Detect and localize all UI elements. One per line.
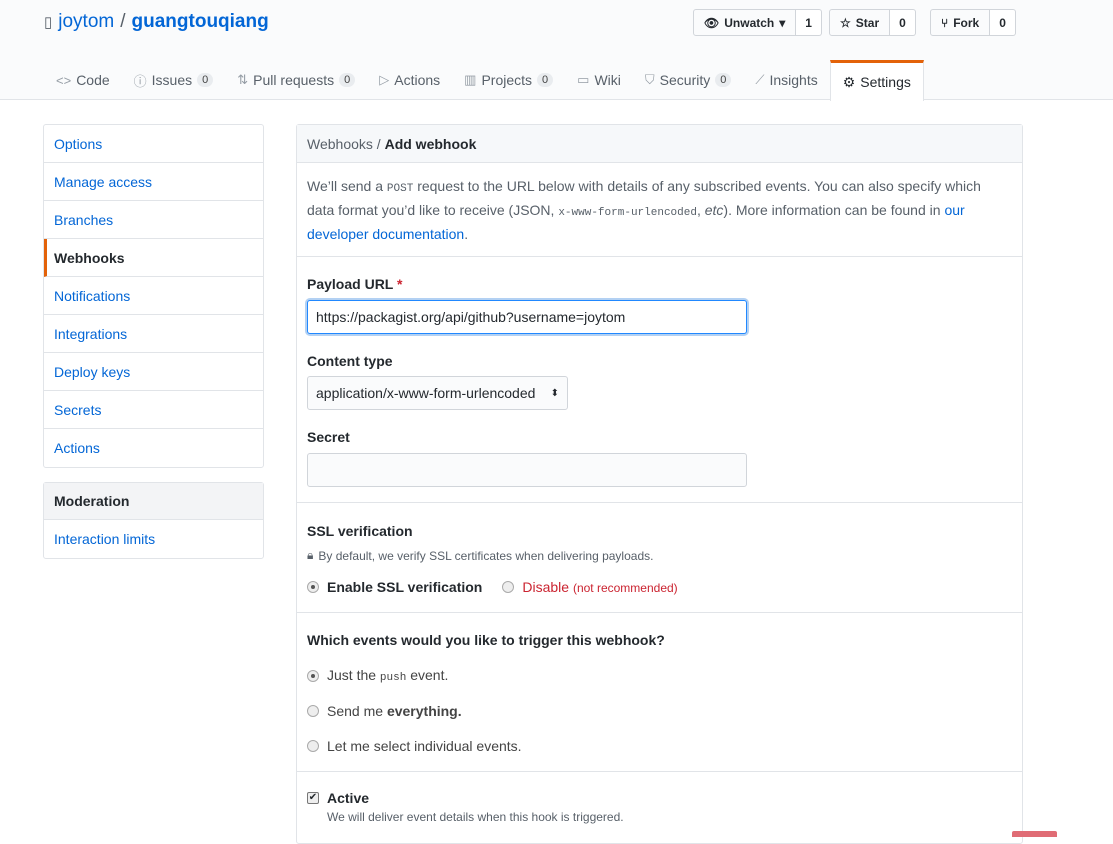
repo-title: ▯ joytom / guangtouqiang — [44, 11, 269, 33]
book-icon: ▭ — [577, 72, 590, 87]
tab-projects[interactable]: ▥ Projects 0 — [452, 60, 565, 100]
tab-insights[interactable]: ⟋ Insights — [743, 60, 829, 100]
breadcrumb: Webhooks / Add webhook — [297, 125, 1022, 163]
star-button[interactable]: ☆ Star — [829, 9, 891, 36]
repo-name-link[interactable]: guangtouqiang — [132, 11, 269, 33]
moderation-header: Moderation — [44, 483, 263, 520]
secret-label: Secret — [307, 429, 350, 445]
secret-input[interactable] — [307, 453, 747, 487]
events-label: Which events would you like to trigger t… — [307, 632, 665, 648]
event-individual-radio[interactable]: Let me select individual events. — [307, 738, 1012, 754]
project-icon: ▥ — [464, 72, 477, 87]
sidebar-item-webhooks[interactable]: Webhooks — [44, 239, 263, 277]
sidebar-item-actions[interactable]: Actions — [44, 429, 263, 467]
fork-group: ⑂ Fork 0 — [930, 9, 1016, 36]
caret-down-icon: ▾ — [779, 15, 786, 30]
sidebar-item-integrations[interactable]: Integrations — [44, 315, 263, 353]
sidebar-item-deploy-keys[interactable]: Deploy keys — [44, 353, 263, 391]
feedback-tab[interactable] — [1012, 831, 1057, 837]
fork-button[interactable]: ⑂ Fork — [930, 9, 991, 36]
sidebar-item-interaction-limits[interactable]: Interaction limits — [44, 520, 263, 558]
repo-tabs: <> Code ⓘ Issues 0 ⇅ Pull requests 0 ▷ Actions… — [44, 60, 924, 101]
tab-wiki[interactable]: ▭ Wiki — [565, 60, 633, 100]
repo-separator: / — [120, 11, 126, 32]
checkbox-checked-icon: ✔ — [307, 792, 319, 804]
issue-icon: ⓘ — [133, 73, 147, 89]
breadcrumb-current: Add webhook — [384, 136, 477, 152]
watch-group: 👁 Unwatch ▾ 1 — [693, 9, 822, 36]
payload-url-input[interactable] — [307, 300, 747, 334]
select-arrows-icon: ⬍ — [550, 387, 559, 399]
content-type-label: Content type — [307, 353, 393, 369]
active-note: We will deliver event details when this … — [327, 810, 624, 824]
sidebar-item-manage-access[interactable]: Manage access — [44, 163, 263, 201]
ssl-note: By default, we verify SSL certificates w… — [318, 548, 654, 563]
sidebar-item-branches[interactable]: Branches — [44, 201, 263, 239]
webhook-description: We’ll send a POST request to the URL bel… — [297, 163, 1022, 257]
tab-issues[interactable]: ⓘ Issues 0 — [122, 60, 226, 100]
code-icon: <> — [56, 72, 72, 88]
graph-icon: ⟋ — [755, 72, 765, 87]
forks-count[interactable]: 0 — [990, 9, 1016, 36]
repo-owner-link[interactable]: joytom — [58, 11, 114, 33]
breadcrumb-webhooks[interactable]: Webhooks — [307, 136, 373, 152]
unwatch-button[interactable]: 👁 Unwatch ▾ — [693, 9, 797, 36]
ssl-label: SSL verification — [307, 523, 413, 539]
repo-header: ▯ joytom / guangtouqiang 👁 Unwatch ▾ 1 ☆ St… — [0, 0, 1113, 101]
star-icon: ☆ — [840, 15, 851, 30]
settings-sidebar: Options Manage access Branches Webhooks … — [43, 124, 264, 468]
gear-icon: ⚙ — [842, 73, 856, 90]
repo-icon: ▯ — [44, 14, 53, 31]
eye-icon: 👁 — [704, 15, 720, 30]
star-group: ☆ Star 0 — [829, 9, 916, 36]
sidebar-item-notifications[interactable]: Notifications — [44, 277, 263, 315]
tab-pull-requests[interactable]: ⇅ Pull requests 0 — [225, 60, 367, 100]
sidebar-item-secrets[interactable]: Secrets — [44, 391, 263, 429]
content-type-select[interactable]: application/x-www-form-urlencoded ⬍ — [307, 376, 568, 410]
stars-count[interactable]: 0 — [890, 9, 916, 36]
pr-icon: ⇅ — [237, 72, 249, 87]
moderation-sidebar: Moderation Interaction limits — [43, 482, 264, 559]
fork-icon: ⑂ — [941, 15, 949, 30]
tab-settings[interactable]: ⚙ Settings — [829, 60, 924, 101]
payload-url-label: Payload URL * — [307, 276, 403, 292]
watchers-count[interactable]: 1 — [796, 9, 822, 36]
active-checkbox[interactable]: ✔ Active — [307, 790, 1012, 806]
tab-code[interactable]: <> Code — [44, 60, 122, 100]
ssl-enable-radio[interactable]: Enable SSL verification — [307, 579, 482, 595]
sidebar-item-options[interactable]: Options — [44, 125, 263, 163]
lock-icon: 🔒︎ — [307, 548, 314, 562]
play-icon: ▷ — [379, 72, 390, 87]
shield-icon: ⛉ — [644, 72, 655, 87]
tab-security[interactable]: ⛉ Security 0 — [633, 60, 743, 100]
add-webhook-panel: Webhooks / Add webhook We’ll send a POST… — [296, 124, 1023, 844]
ssl-disable-radio[interactable]: Disable (not recommended) — [502, 579, 678, 595]
event-push-radio[interactable]: Just the push event. — [307, 667, 1012, 684]
event-everything-radio[interactable]: Send me everything. — [307, 703, 1012, 719]
tab-actions[interactable]: ▷ Actions — [367, 60, 452, 100]
